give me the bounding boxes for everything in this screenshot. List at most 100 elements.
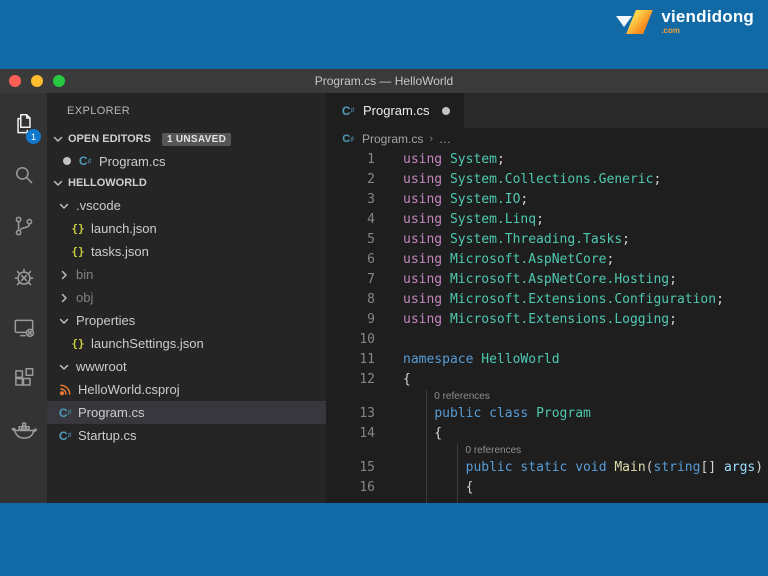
close-window-button[interactable]: [9, 75, 21, 87]
line-number: 3: [367, 192, 375, 207]
window-controls: [9, 75, 65, 87]
chevron-down-icon: [51, 176, 65, 190]
code-line-15[interactable]: 15 public static void Main(string[] args…: [326, 458, 768, 478]
file-label: bin: [76, 267, 94, 282]
activity-docker-button[interactable]: [0, 407, 47, 458]
code-line-5[interactable]: 5 using System.Threading.Tasks;: [326, 230, 768, 250]
tab-label: Program.cs: [363, 103, 430, 118]
source-control-icon: [11, 213, 37, 244]
code-line-7[interactable]: 7 using Microsoft.AspNetCore.Hosting;: [326, 270, 768, 290]
tree-item-obj[interactable]: obj: [47, 286, 326, 309]
tree-item-launchsettings-json[interactable]: {} launchSettings.json: [47, 332, 326, 355]
tree-item-bin[interactable]: bin: [47, 263, 326, 286]
csharp-file-icon: C ♯: [342, 133, 354, 145]
chevron-down-icon: [57, 314, 71, 328]
activity-extensions-button[interactable]: [0, 356, 47, 407]
minimize-window-button[interactable]: [31, 75, 43, 87]
sidebar-title: EXPLORER: [67, 104, 131, 117]
line-number: 14: [359, 426, 375, 441]
breadcrumb-separator: ›: [429, 133, 434, 145]
breadcrumb-more[interactable]: …: [439, 132, 451, 146]
editor-group: C ♯ Program.cs C ♯ Program.cs › … 1 using S…: [326, 93, 768, 503]
line-number: 2: [367, 172, 375, 187]
codelens-references[interactable]: 0 references: [326, 444, 768, 458]
file-label: Properties: [76, 313, 136, 328]
file-label: Program.cs: [78, 405, 145, 420]
line-number: 7: [367, 272, 375, 287]
code-line-16[interactable]: 16 {: [326, 478, 768, 498]
line-number: 6: [367, 252, 375, 267]
activity-source-control-button[interactable]: [0, 203, 47, 254]
tree-item--vscode[interactable]: .vscode: [47, 194, 326, 217]
indent-guide: [426, 390, 427, 503]
activity-explorer-button[interactable]: 1: [0, 101, 47, 152]
tree-item-tasks-json[interactable]: {} tasks.json: [47, 240, 326, 263]
project-label: HELLOWORLD: [68, 177, 147, 189]
csharp-file-icon: C ♯: [58, 428, 72, 443]
line-number: 1: [367, 152, 375, 167]
code-line-4[interactable]: 4 using System.Linq;: [326, 210, 768, 230]
vscode-window: Program.cs — HelloWorld 1 EXPLORER OPEN …: [0, 69, 768, 503]
line-number: 15: [359, 460, 375, 475]
file-label: obj: [76, 290, 94, 305]
code-line-9[interactable]: 9 using Microsoft.Extensions.Logging;: [326, 310, 768, 330]
unsaved-dot-icon: [442, 106, 451, 115]
docker-whale-icon: [11, 417, 37, 448]
csharp-file-icon: C ♯: [341, 103, 355, 118]
remote-explorer-icon: [11, 315, 37, 346]
code-line-1[interactable]: 1 using System;: [326, 150, 768, 170]
code-line-3[interactable]: 3 using System.IO;: [326, 190, 768, 210]
code-line-14[interactable]: 14 {: [326, 424, 768, 444]
tree-item-program-cs[interactable]: C ♯ Program.cs: [47, 401, 326, 424]
code-editor[interactable]: 1 using System; 2 using System.Collections.…: [326, 150, 768, 503]
chevron-down-icon: [57, 360, 71, 374]
activity-search-button[interactable]: [0, 152, 47, 203]
file-label: Startup.cs: [78, 428, 137, 443]
open-editors-label: OPEN EDITORS: [68, 133, 151, 145]
file-label: .vscode: [76, 198, 121, 213]
code-line-10[interactable]: 10: [326, 330, 768, 350]
zoom-window-button[interactable]: [53, 75, 65, 87]
tree-item-properties[interactable]: Properties: [47, 309, 326, 332]
code-line-13[interactable]: 13 public class Program: [326, 404, 768, 424]
tree-item-wwwroot[interactable]: wwwroot: [47, 355, 326, 378]
activity-remote-explorer-button[interactable]: [0, 305, 47, 356]
unsaved-dot-icon: [63, 157, 71, 165]
open-editors-list: C ♯ Program.cs: [47, 150, 326, 172]
titlebar[interactable]: Program.cs — HelloWorld: [0, 69, 768, 93]
line-number: 9: [367, 312, 375, 327]
branded-frame: viendidong .com Program.cs — HelloWorld …: [0, 0, 768, 576]
indent-guide: [457, 444, 458, 503]
brand-logo-icon: [614, 9, 654, 35]
line-number: 13: [359, 406, 375, 421]
file-label: launch.json: [91, 221, 157, 236]
json-file-icon: {}: [71, 337, 85, 350]
chevron-right-icon: [57, 291, 71, 305]
file-label: HelloWorld.csproj: [78, 382, 180, 397]
open-editor-item[interactable]: C ♯ Program.cs: [47, 150, 326, 172]
chevron-down-icon: [57, 199, 71, 213]
codelens-references[interactable]: 0 references: [326, 390, 768, 404]
open-editors-section-header[interactable]: OPEN EDITORS 1 UNSAVED: [47, 128, 326, 150]
window-title: Program.cs — HelloWorld: [314, 74, 454, 88]
line-number: 5: [367, 232, 375, 247]
tree-item-startup-cs[interactable]: C ♯ Startup.cs: [47, 424, 326, 447]
file-label: tasks.json: [91, 244, 149, 259]
code-line-6[interactable]: 6 using Microsoft.AspNetCore;: [326, 250, 768, 270]
activity-bar: 1: [0, 93, 47, 503]
project-section-header[interactable]: HELLOWORLD: [47, 172, 326, 194]
tree-item-helloworld-csproj[interactable]: HelloWorld.csproj: [47, 378, 326, 401]
breadcrumb-file[interactable]: Program.cs: [362, 132, 423, 146]
explorer-badge: 1: [26, 129, 41, 144]
chevron-right-icon: [57, 268, 71, 282]
tab-program-cs[interactable]: C ♯ Program.cs: [326, 93, 465, 128]
code-line-8[interactable]: 8 using Microsoft.Extensions.Configuratio…: [326, 290, 768, 310]
tree-item-launch-json[interactable]: {} launch.json: [47, 217, 326, 240]
brand-logo: viendidong .com: [614, 8, 754, 35]
code-line-12[interactable]: 12{: [326, 370, 768, 390]
code-line-2[interactable]: 2 using System.Collections.Generic;: [326, 170, 768, 190]
csharp-file-icon: C ♯: [58, 405, 72, 420]
code-line-11[interactable]: 11 namespace HelloWorld: [326, 350, 768, 370]
breadcrumb[interactable]: C ♯ Program.cs › …: [326, 128, 768, 150]
activity-debug-button[interactable]: [0, 254, 47, 305]
